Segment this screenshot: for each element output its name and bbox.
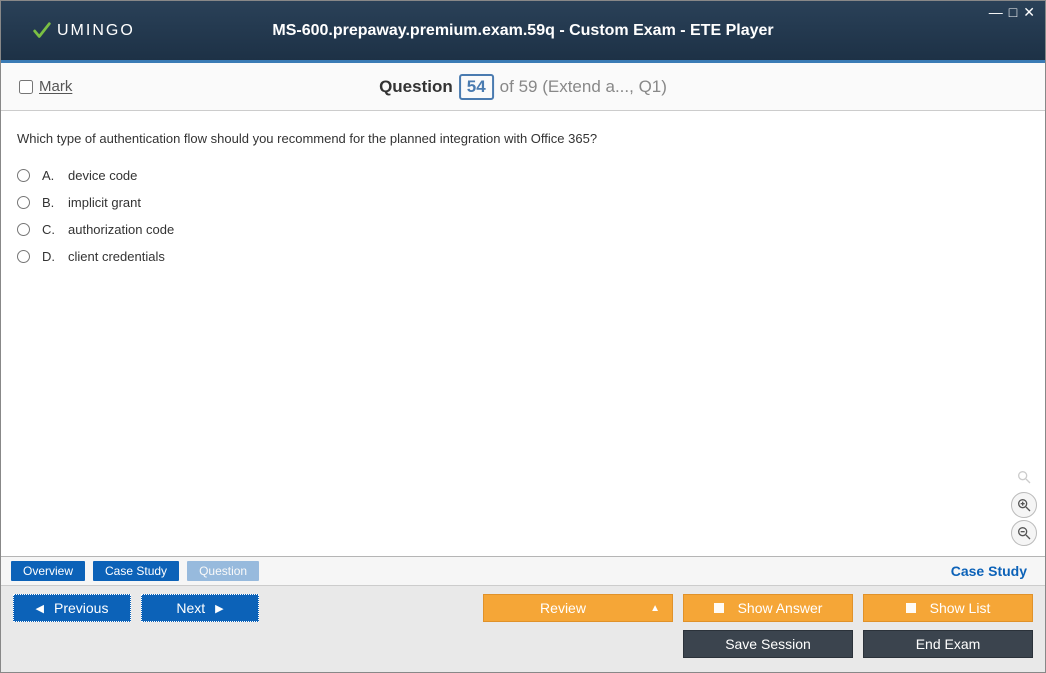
mark-label: Mark — [39, 78, 72, 95]
question-progress: Question 54 of 59 (Extend a..., Q1) — [379, 74, 667, 100]
chevron-right-icon: ▶ — [215, 602, 223, 615]
option-text: device code — [68, 168, 137, 183]
option-d-radio[interactable] — [17, 250, 30, 263]
show-answer-label: Show Answer — [738, 600, 823, 616]
show-list-button[interactable]: Show List — [863, 594, 1033, 622]
option-b[interactable]: B. implicit grant — [17, 195, 1029, 210]
search-icon[interactable] — [1011, 464, 1037, 490]
end-exam-button[interactable]: End Exam — [863, 630, 1033, 658]
option-text: implicit grant — [68, 195, 141, 210]
question-header: Mark Question 54 of 59 (Extend a..., Q1) — [1, 63, 1045, 111]
brand-text: UMINGO — [57, 22, 135, 40]
review-button[interactable]: Review ▲ — [483, 594, 673, 622]
checkmark-icon — [31, 20, 53, 42]
options-list: A. device code B. implicit grant C. auth… — [17, 168, 1029, 264]
previous-label: Previous — [54, 600, 108, 616]
zoom-controls — [1011, 464, 1037, 546]
zoom-in-icon[interactable] — [1011, 492, 1037, 518]
minimize-icon[interactable]: — — [989, 5, 1003, 19]
tab-overview[interactable]: Overview — [11, 561, 85, 581]
option-b-radio[interactable] — [17, 196, 30, 209]
maximize-icon[interactable]: □ — [1009, 5, 1017, 19]
mark-checkbox-input[interactable] — [19, 80, 33, 94]
window-title: MS-600.prepaway.premium.exam.59q - Custo… — [272, 22, 773, 40]
question-label: Question — [379, 77, 453, 97]
option-d[interactable]: D. client credentials — [17, 249, 1029, 264]
option-c-radio[interactable] — [17, 223, 30, 236]
option-letter: C. — [42, 222, 60, 237]
show-answer-button[interactable]: Show Answer — [683, 594, 853, 622]
tab-case-study[interactable]: Case Study — [93, 561, 179, 581]
next-button[interactable]: Next ▶ — [141, 594, 259, 622]
option-letter: D. — [42, 249, 60, 264]
option-c[interactable]: C. authorization code — [17, 222, 1029, 237]
tab-question[interactable]: Question — [187, 561, 259, 581]
chevron-up-icon: ▲ — [650, 603, 660, 614]
chevron-left-icon: ◀ — [36, 602, 44, 615]
zoom-out-icon[interactable] — [1011, 520, 1037, 546]
brand-logo: UMINGO — [31, 20, 135, 42]
square-icon — [906, 603, 916, 613]
show-list-label: Show List — [930, 600, 991, 616]
question-of-label: of 59 (Extend a..., Q1) — [500, 77, 667, 97]
option-text: client credentials — [68, 249, 165, 264]
end-buttons-row: Save Session End Exam — [1, 622, 1045, 658]
option-a[interactable]: A. device code — [17, 168, 1029, 183]
previous-button[interactable]: ◀ Previous — [13, 594, 131, 622]
nav-buttons-row: ◀ Previous Next ▶ Review ▲ Show Answer S… — [1, 586, 1045, 622]
title-bar: UMINGO MS-600.prepaway.premium.exam.59q … — [1, 1, 1045, 63]
option-letter: B. — [42, 195, 60, 210]
option-text: authorization code — [68, 222, 174, 237]
case-study-label: Case Study — [951, 563, 1027, 579]
question-body: Which type of authentication flow should… — [1, 111, 1045, 556]
tabs-row: Overview Case Study Question Case Study — [1, 557, 1045, 586]
square-icon — [714, 603, 724, 613]
question-text: Which type of authentication flow should… — [17, 131, 1029, 146]
footer: Overview Case Study Question Case Study … — [1, 556, 1045, 672]
review-label: Review — [540, 600, 586, 616]
window-controls: — □ ✕ — [989, 5, 1035, 19]
next-label: Next — [176, 600, 205, 616]
save-session-button[interactable]: Save Session — [683, 630, 853, 658]
option-a-radio[interactable] — [17, 169, 30, 182]
close-icon[interactable]: ✕ — [1023, 5, 1035, 19]
option-letter: A. — [42, 168, 60, 183]
question-number: 54 — [459, 74, 494, 100]
mark-checkbox[interactable]: Mark — [19, 78, 72, 95]
